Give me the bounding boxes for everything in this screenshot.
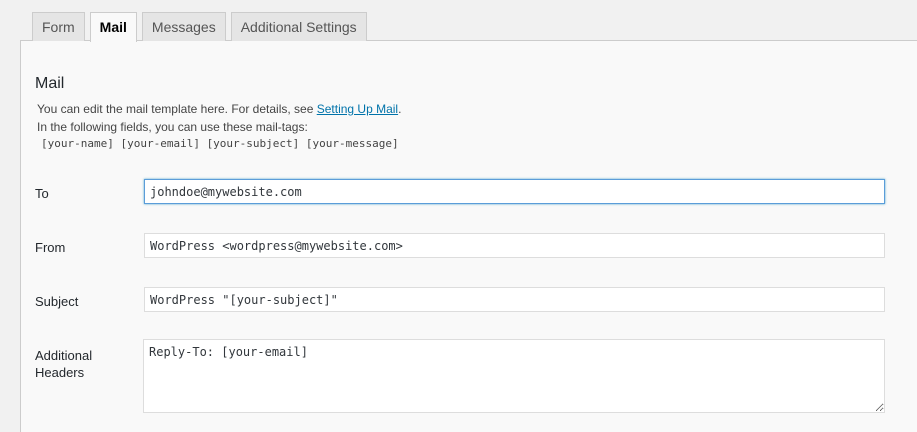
mail-panel: Mail You can edit the mail template here… — [20, 40, 917, 432]
mail-tags-list: [your-name] [your-email] [your-subject] … — [41, 137, 399, 150]
tab-form[interactable]: Form — [32, 12, 85, 41]
tab-mail[interactable]: Mail — [89, 12, 137, 42]
additional-headers-label-line1: Additional — [35, 348, 93, 363]
additional-headers-label-line2: Headers — [35, 365, 85, 380]
section-title: Mail — [35, 75, 65, 92]
to-input[interactable] — [144, 179, 885, 204]
tab-bar: Form Mail Messages Additional Settings — [32, 12, 367, 42]
description-suffix: . — [398, 102, 402, 116]
subject-input[interactable] — [144, 287, 885, 312]
description-text: You can edit the mail template here. For… — [37, 102, 317, 116]
setting-up-mail-link[interactable]: Setting Up Mail — [317, 102, 398, 116]
from-label: From — [35, 240, 66, 255]
to-label: To — [35, 186, 49, 201]
tab-messages[interactable]: Messages — [141, 12, 226, 41]
from-input[interactable] — [144, 233, 885, 258]
mail-description: You can edit the mail template here. For… — [37, 102, 401, 116]
additional-headers-textarea[interactable]: Reply-To: [your-email] — [143, 339, 885, 413]
tab-additional-settings[interactable]: Additional Settings — [230, 12, 367, 41]
subject-label: Subject — [35, 294, 79, 309]
additional-headers-label: Additional Headers — [35, 347, 92, 381]
mail-tags-intro: In the following fields, you can use the… — [37, 120, 308, 134]
